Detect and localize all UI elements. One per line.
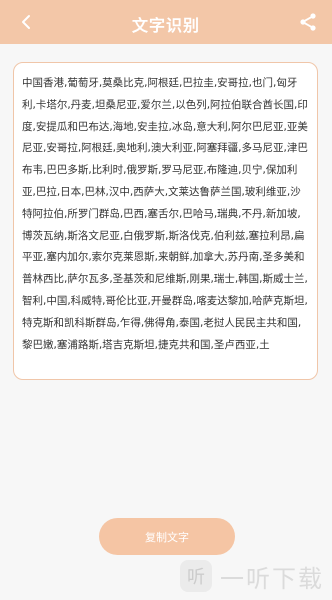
header-bar: 文字识别: [0, 0, 332, 44]
watermark-text: 一听下载: [220, 564, 324, 593]
watermark-logo-glyph: 听: [187, 567, 205, 588]
copy-text-button[interactable]: 复制文字: [99, 518, 235, 555]
recognized-text[interactable]: 中国香港,葡萄牙,莫桑比克,阿根廷,巴拉圭,安哥拉,也门,匈牙利,卡塔尔,丹麦,…: [22, 73, 309, 356]
site-watermark: 听 一听下载: [180, 560, 324, 593]
page-title: 文字识别: [131, 16, 200, 35]
share-icon[interactable]: [298, 12, 318, 32]
recognized-text-box[interactable]: 中国香港,葡萄牙,莫桑比克,阿根廷,巴拉圭,安哥拉,也门,匈牙利,卡塔尔,丹麦,…: [13, 62, 318, 380]
watermark-logo-icon: 听: [180, 560, 212, 592]
